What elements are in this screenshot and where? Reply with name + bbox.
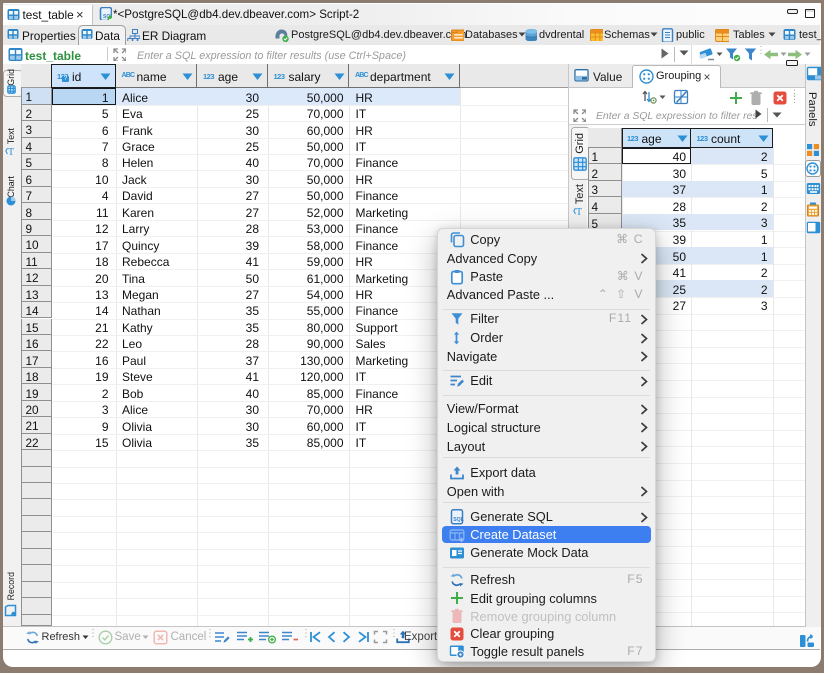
svg-text:T: T bbox=[576, 207, 582, 217]
svg-text:T: T bbox=[8, 147, 14, 155]
svg-text:SQL: SQL bbox=[453, 517, 464, 523]
